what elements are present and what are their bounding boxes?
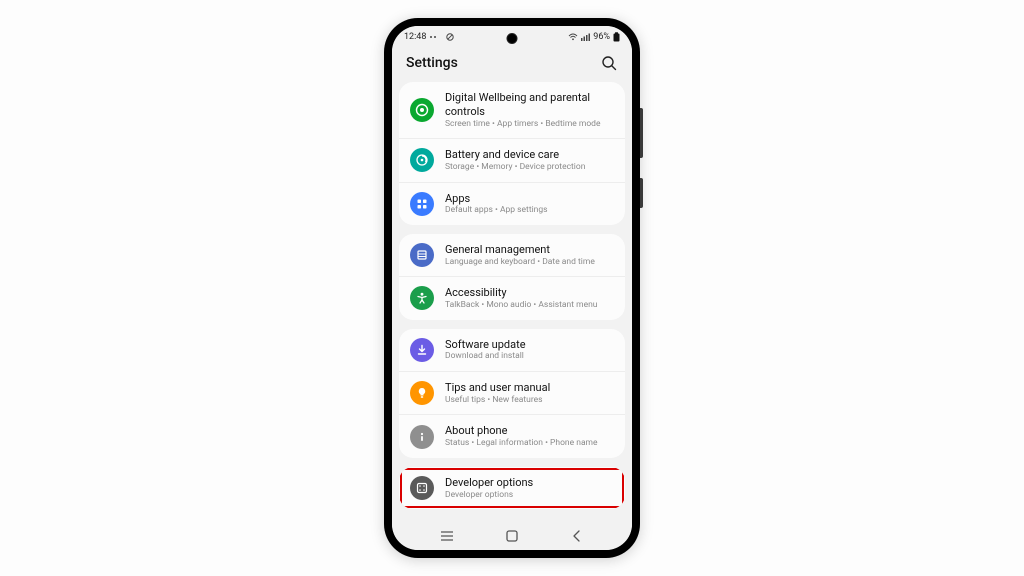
row-title: Software update <box>445 338 526 352</box>
row-text: Digital Wellbeing and parental controlsS… <box>445 91 614 129</box>
row-title: Apps <box>445 192 548 206</box>
nav-back[interactable] <box>567 529 587 543</box>
power-button <box>640 178 643 208</box>
row-text: General managementLanguage and keyboard … <box>445 243 595 267</box>
settings-group: General managementLanguage and keyboard … <box>399 234 625 320</box>
phone-frame: 12:48 96% Settings Digital Wellbeing and… <box>384 18 640 558</box>
search-button[interactable] <box>600 54 618 72</box>
settings-list[interactable]: Digital Wellbeing and parental controlsS… <box>392 82 632 522</box>
row-subtitle: Storage • Memory • Device protection <box>445 162 585 173</box>
battery-icon <box>613 32 620 42</box>
row-subtitle: Language and keyboard • Date and time <box>445 257 595 268</box>
nav-bar <box>392 522 632 550</box>
row-title: Digital Wellbeing and parental controls <box>445 91 614 119</box>
nav-recents[interactable] <box>437 529 457 543</box>
row-title: About phone <box>445 424 598 438</box>
row-text: AppsDefault apps • App settings <box>445 192 548 216</box>
settings-row-wellbeing[interactable]: Digital Wellbeing and parental controlsS… <box>399 82 625 139</box>
row-title: General management <box>445 243 595 257</box>
wellbeing-icon <box>410 98 434 122</box>
settings-group: Developer optionsDeveloper options <box>399 467 625 509</box>
settings-row-battery[interactable]: Battery and device careStorage • Memory … <box>399 139 625 182</box>
settings-row-access[interactable]: AccessibilityTalkBack • Mono audio • Ass… <box>399 277 625 319</box>
row-text: Battery and device careStorage • Memory … <box>445 148 585 172</box>
row-title: Accessibility <box>445 286 598 300</box>
status-nodisturb-icon <box>446 33 454 41</box>
settings-group: Digital Wellbeing and parental controlsS… <box>399 82 625 225</box>
status-dots-icon <box>429 34 443 40</box>
row-subtitle: Download and install <box>445 351 526 362</box>
settings-row-update[interactable]: Software updateDownload and install <box>399 329 625 372</box>
apps-icon <box>410 192 434 216</box>
battery-icon <box>410 148 434 172</box>
access-icon <box>410 286 434 310</box>
settings-row-tips[interactable]: Tips and user manualUseful tips • New fe… <box>399 372 625 415</box>
page-header: Settings <box>392 48 632 82</box>
signal-icon <box>581 33 590 41</box>
status-time: 12:48 <box>404 32 426 42</box>
row-text: AccessibilityTalkBack • Mono audio • Ass… <box>445 286 598 310</box>
row-text: About phoneStatus • Legal information • … <box>445 424 598 448</box>
update-icon <box>410 338 434 362</box>
search-icon <box>601 55 617 71</box>
screen: 12:48 96% Settings Digital Wellbeing and… <box>392 26 632 550</box>
page-title: Settings <box>406 55 458 71</box>
row-subtitle: TalkBack • Mono audio • Assistant menu <box>445 300 598 311</box>
row-subtitle: Developer options <box>445 490 533 501</box>
row-subtitle: Useful tips • New features <box>445 395 550 406</box>
row-title: Battery and device care <box>445 148 585 162</box>
settings-row-about[interactable]: About phoneStatus • Legal information • … <box>399 415 625 457</box>
general-icon <box>410 243 434 267</box>
battery-percent: 96% <box>593 32 610 42</box>
row-text: Tips and user manualUseful tips • New fe… <box>445 381 550 405</box>
row-title: Tips and user manual <box>445 381 550 395</box>
wifi-icon <box>568 33 578 41</box>
row-text: Software updateDownload and install <box>445 338 526 362</box>
settings-row-general[interactable]: General managementLanguage and keyboard … <box>399 234 625 277</box>
nav-home[interactable] <box>502 529 522 543</box>
settings-group: Software updateDownload and install Tips … <box>399 329 625 458</box>
settings-row-apps[interactable]: AppsDefault apps • App settings <box>399 183 625 225</box>
row-subtitle: Screen time • App timers • Bedtime mode <box>445 119 614 130</box>
camera-cutout <box>507 33 518 44</box>
about-icon <box>410 425 434 449</box>
row-title: Developer options <box>445 476 533 490</box>
row-subtitle: Status • Legal information • Phone name <box>445 438 598 449</box>
volume-button <box>640 108 643 158</box>
row-text: Developer optionsDeveloper options <box>445 476 533 500</box>
row-subtitle: Default apps • App settings <box>445 205 548 216</box>
dev-icon <box>410 476 434 500</box>
settings-row-dev[interactable]: Developer optionsDeveloper options <box>399 467 625 509</box>
tips-icon <box>410 381 434 405</box>
